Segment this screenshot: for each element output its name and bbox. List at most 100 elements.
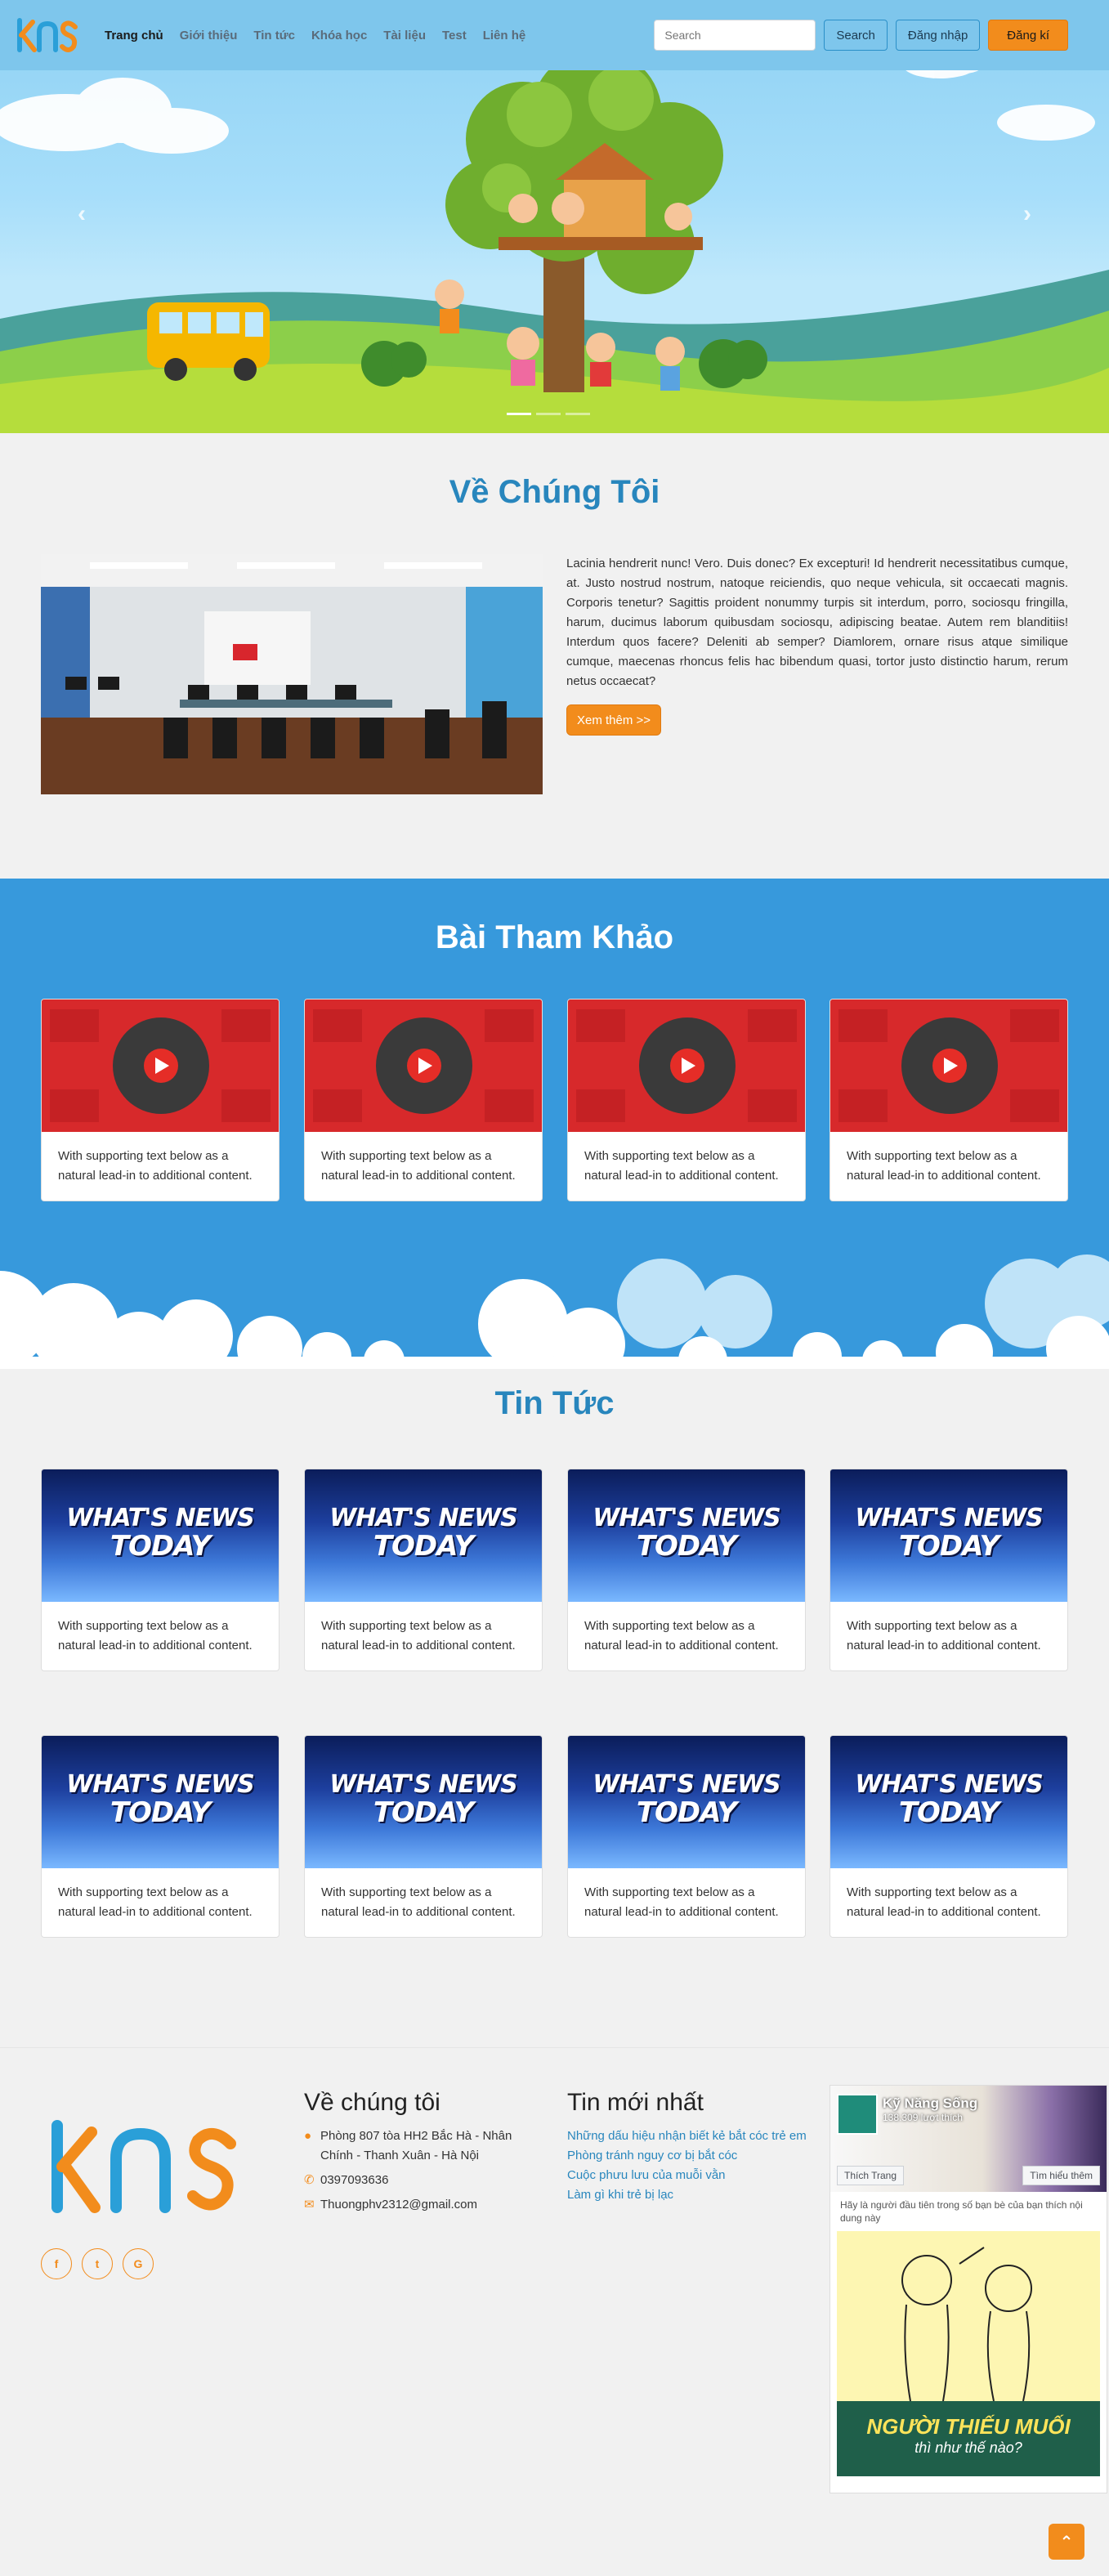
footer-about-title: Về chúng tôi [304, 2089, 440, 2116]
reference-card[interactable]: With supporting text below as a natural … [304, 999, 543, 1201]
news-image-line2: TODAY [373, 1796, 474, 1829]
latest-news-link[interactable]: Phòng tránh nguy cơ bị bắt cóc [567, 2146, 812, 2166]
news-image-line2: TODAY [636, 1796, 737, 1829]
news-thumbnail[interactable]: WHAT'S NEWS TODAY [830, 1736, 1067, 1868]
fb-post-image[interactable]: NGƯỜI THIẾU MUỐI thì như thế nào? [837, 2231, 1100, 2476]
office-photo [41, 554, 543, 794]
carousel-indicators [507, 413, 590, 415]
video-thumbnail[interactable] [568, 1000, 805, 1132]
nav-link-documents[interactable]: Tài liệu [383, 29, 426, 42]
social-links: f t G [41, 2248, 154, 2279]
news-image-line2: TODAY [898, 1530, 999, 1563]
news-image-line1: WHAT'S NEWS [66, 1504, 255, 1532]
card-text: With supporting text below as a natural … [321, 1149, 516, 1183]
video-thumbnail[interactable] [830, 1000, 1067, 1132]
news-thumbnail[interactable]: WHAT'S NEWS TODAY [305, 1736, 542, 1868]
about-text: Lacinia hendrerit nunc! Vero. Duis donec… [566, 557, 1068, 688]
fb-page-name[interactable]: Kỹ Năng Sống [883, 2095, 977, 2112]
references-section: Bài Tham Khảo With supporting text below… [0, 879, 1109, 1369]
navbar: Trang chủ Giới thiệu Tin tức Khóa học Tà… [0, 0, 1109, 70]
carousel-indicator[interactable] [507, 413, 531, 415]
login-button[interactable]: Đăng nhập [895, 20, 981, 51]
about-title: Về Chúng Tôi [449, 474, 660, 510]
map-marker-icon: ● [304, 2129, 312, 2143]
read-more-button[interactable]: Xem thêm >> [566, 704, 662, 736]
address-text: Phòng 807 tòa HH2 Bắc Hà - Nhân Chính - … [320, 2129, 512, 2162]
carousel-prev-button[interactable]: ‹ [78, 200, 86, 228]
youtube-play-icon [568, 1000, 805, 1132]
facebook-page-widget[interactable]: Kỹ Năng Sống 138.309 lượt thích Thích Tr… [830, 2085, 1107, 2493]
news-image-line2: TODAY [898, 1796, 999, 1829]
footer-latest-title: Tin mới nhất [567, 2089, 704, 2116]
news-card[interactable]: WHAT'S NEWS TODAY With supporting text b… [567, 1735, 806, 1938]
scroll-to-top-button[interactable]: ⌃ [1049, 2524, 1084, 2560]
news-thumbnail[interactable]: WHAT'S NEWS TODAY [830, 1469, 1067, 1602]
nav-link-contact[interactable]: Liên hệ [483, 29, 526, 42]
facebook-icon[interactable]: f [41, 2248, 72, 2279]
register-button[interactable]: Đăng kí [988, 20, 1068, 51]
latest-news-link[interactable]: Những dấu hiệu nhận biết kẻ bắt cóc trẻ … [567, 2127, 812, 2146]
search-input[interactable] [654, 20, 816, 51]
reference-card[interactable]: With supporting text below as a natural … [830, 999, 1068, 1201]
news-card[interactable]: WHAT'S NEWS TODAY With supporting text b… [304, 1469, 543, 1671]
phone-text: 0397093636 [320, 2173, 389, 2187]
footer-phone: ✆ 0397093636 [304, 2171, 525, 2190]
news-card[interactable]: WHAT'S NEWS TODAY With supporting text b… [304, 1735, 543, 1938]
news-image-line1: WHAT'S NEWS [593, 1504, 781, 1532]
video-thumbnail[interactable] [305, 1000, 542, 1132]
latest-news-link[interactable]: Cuộc phưu lưu của muỗi vằn [567, 2166, 812, 2185]
search-button[interactable]: Search [824, 20, 888, 51]
twitter-icon[interactable]: t [82, 2248, 113, 2279]
fb-cover: Kỹ Năng Sống 138.309 lượt thích Thích Tr… [830, 2086, 1107, 2192]
news-image-line2: TODAY [373, 1530, 474, 1563]
news-thumbnail[interactable]: WHAT'S NEWS TODAY [568, 1469, 805, 1602]
carousel-next-button[interactable]: › [1023, 200, 1031, 228]
news-card[interactable]: WHAT'S NEWS TODAY With supporting text b… [41, 1735, 279, 1938]
fb-post-text: Hãy là người đầu tiên trong số bạn bè củ… [840, 2199, 1083, 2224]
news-card[interactable]: WHAT'S NEWS TODAY With supporting text b… [830, 1735, 1068, 1938]
footer: f t G Về chúng tôi ● Phòng 807 tòa HH2 B… [0, 2047, 1109, 2576]
youtube-play-icon [830, 1000, 1067, 1132]
footer-logo[interactable] [41, 2109, 245, 2224]
news-thumbnail[interactable]: WHAT'S NEWS TODAY [42, 1469, 279, 1602]
nav-link-test[interactable]: Test [442, 29, 467, 42]
news-thumbnail[interactable]: WHAT'S NEWS TODAY [42, 1736, 279, 1868]
news-title: Tin Tức [494, 1385, 615, 1421]
nav-link-news[interactable]: Tin tức [253, 29, 295, 42]
news-image-line2: TODAY [110, 1796, 211, 1829]
news-image-line1: WHAT'S NEWS [329, 1770, 518, 1799]
google-icon[interactable]: G [123, 2248, 154, 2279]
about-image [41, 554, 543, 794]
news-card[interactable]: WHAT'S NEWS TODAY With supporting text b… [830, 1469, 1068, 1671]
envelope-icon: ✉ [304, 2198, 315, 2212]
nav-link-home[interactable]: Trang chủ [105, 29, 163, 42]
carousel-indicator[interactable] [566, 413, 590, 415]
latest-news-link[interactable]: Làm gì khi trẻ bị lạc [567, 2185, 812, 2205]
card-text: With supporting text below as a natural … [584, 1149, 779, 1183]
card-text: With supporting text below as a natural … [584, 1619, 779, 1652]
fb-page-avatar[interactable] [837, 2094, 878, 2135]
nav-link-about[interactable]: Giới thiệu [180, 29, 238, 42]
nav-link-courses[interactable]: Khóa học [311, 29, 367, 42]
youtube-play-icon [305, 1000, 542, 1132]
fb-banner-line1: NGƯỜI THIẾU MUỐI [866, 2414, 1071, 2439]
fb-like-button[interactable]: Thích Trang [837, 2166, 905, 2185]
video-thumbnail[interactable] [42, 1000, 279, 1132]
news-image-line2: TODAY [110, 1530, 211, 1563]
news-image-line1: WHAT'S NEWS [855, 1504, 1044, 1532]
footer-email: ✉ Thuongphv2312@gmail.com [304, 2195, 525, 2215]
fb-learn-more-button[interactable]: Tìm hiểu thêm [1022, 2166, 1100, 2185]
reference-card[interactable]: With supporting text below as a natural … [41, 999, 279, 1201]
news-thumbnail[interactable]: WHAT'S NEWS TODAY [568, 1736, 805, 1868]
news-section: Tin Tức WHAT'S NEWS TODAY With supportin… [0, 1369, 1109, 2047]
news-card[interactable]: WHAT'S NEWS TODAY With supporting text b… [41, 1469, 279, 1671]
news-image-line1: WHAT'S NEWS [855, 1770, 1044, 1799]
site-logo[interactable] [15, 14, 80, 56]
carousel-indicator[interactable] [536, 413, 561, 415]
card-text: With supporting text below as a natural … [847, 1619, 1041, 1652]
email-text: Thuongphv2312@gmail.com [320, 2198, 478, 2212]
card-text: With supporting text below as a natural … [58, 1619, 253, 1652]
news-card[interactable]: WHAT'S NEWS TODAY With supporting text b… [567, 1469, 806, 1671]
reference-card[interactable]: With supporting text below as a natural … [567, 999, 806, 1201]
news-thumbnail[interactable]: WHAT'S NEWS TODAY [305, 1469, 542, 1602]
